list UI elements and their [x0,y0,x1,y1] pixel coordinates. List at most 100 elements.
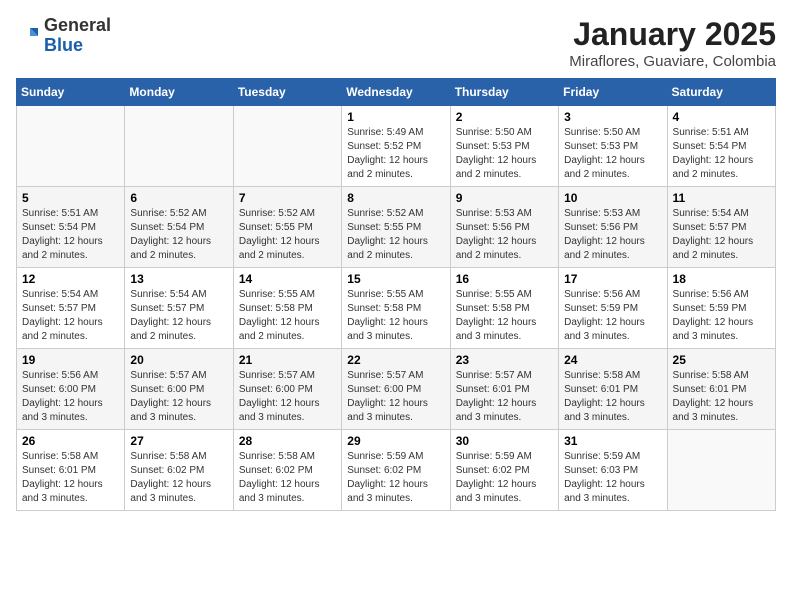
calendar-cell: 31 Sunrise: 5:59 AMSunset: 6:03 PMDayligh… [559,430,667,511]
day-info: Sunrise: 5:58 AMSunset: 6:01 PMDaylight:… [564,369,661,425]
day-info: Sunrise: 5:55 AMSunset: 5:58 PMDaylight:… [347,288,444,344]
calendar-cell: 17 Sunrise: 5:56 AMSunset: 5:59 PMDayligh… [559,268,667,349]
day-number: 3 [564,110,661,124]
calendar-cell: 20Sunrise: 5:57 AMSunset: 6:00 PMDayligh… [125,349,233,430]
calendar-cell: 8Sunrise: 5:52 AMSunset: 5:55 PMDaylight… [342,187,450,268]
calendar-cell: 30 Sunrise: 5:59 AMSunset: 6:02 PMDayligh… [450,430,558,511]
day-number: 13 [130,272,227,286]
day-info: Sunrise: 5:59 AMSunset: 6:02 PMDaylight:… [347,450,444,506]
day-info: Sunrise: 5:59 AMSunset: 6:03 PMDaylight:… [564,450,661,506]
day-info: Sunrise: 5:52 AMSunset: 5:55 PMDaylight:… [239,207,336,263]
weekday-header: Wednesday [342,79,450,106]
calendar-cell: 23 Sunrise: 5:57 AMSunset: 6:01 PMDayligh… [450,349,558,430]
day-info: Sunrise: 5:54 AMSunset: 5:57 PMDaylight:… [673,207,770,263]
day-info: Sunrise: 5:55 AMSunset: 5:58 PMDaylight:… [239,288,336,344]
day-number: 15 [347,272,444,286]
day-number: 26 [22,434,119,448]
weekday-header: Saturday [667,79,775,106]
day-number: 31 [564,434,661,448]
day-info: Sunrise: 5:57 AMSunset: 6:00 PMDaylight:… [347,369,444,425]
day-number: 4 [673,110,770,124]
day-number: 1 [347,110,444,124]
day-info: Sunrise: 5:54 AMSunset: 5:57 PMDaylight:… [130,288,227,344]
day-info: Sunrise: 5:58 AMSunset: 6:02 PMDaylight:… [239,450,336,506]
day-info: Sunrise: 5:56 AMSunset: 5:59 PMDaylight:… [564,288,661,344]
day-number: 6 [130,191,227,205]
calendar-cell: 18Sunrise: 5:56 AMSunset: 5:59 PMDayligh… [667,268,775,349]
weekday-header: Tuesday [233,79,341,106]
calendar-cell: 13 Sunrise: 5:54 AMSunset: 5:57 PMDayligh… [125,268,233,349]
title-section: January 2025 Miraflores, Guaviare, Colom… [569,16,776,70]
calendar-cell: 6 Sunrise: 5:52 AMSunset: 5:54 PMDaylight… [125,187,233,268]
day-number: 17 [564,272,661,286]
calendar-cell: 15 Sunrise: 5:55 AMSunset: 5:58 PMDayligh… [342,268,450,349]
calendar-cell: 19Sunrise: 5:56 AMSunset: 6:00 PMDayligh… [17,349,125,430]
day-info: Sunrise: 5:58 AMSunset: 6:01 PMDaylight:… [22,450,119,506]
day-info: Sunrise: 5:57 AMSunset: 6:00 PMDaylight:… [239,369,336,425]
day-number: 9 [456,191,553,205]
day-info: Sunrise: 5:58 AMSunset: 6:02 PMDaylight:… [130,450,227,506]
weekday-header: Monday [125,79,233,106]
day-info: Sunrise: 5:50 AMSunset: 5:53 PMDaylight:… [456,126,553,182]
day-info: Sunrise: 5:51 AMSunset: 5:54 PMDaylight:… [22,207,119,263]
weekday-header: Thursday [450,79,558,106]
day-number: 14 [239,272,336,286]
calendar-cell: 26 Sunrise: 5:58 AMSunset: 6:01 PMDayligh… [17,430,125,511]
day-number: 2 [456,110,553,124]
calendar-table: SundayMondayTuesdayWednesdayThursdayFrid… [16,78,776,511]
calendar-cell [667,430,775,511]
day-number: 22 [347,353,444,367]
calendar-cell [17,106,125,187]
day-number: 29 [347,434,444,448]
calendar-cell: 3 Sunrise: 5:50 AMSunset: 5:53 PMDaylight… [559,106,667,187]
weekday-header: Friday [559,79,667,106]
day-info: Sunrise: 5:50 AMSunset: 5:53 PMDaylight:… [564,126,661,182]
logo-blue-text: Blue [44,35,83,55]
day-number: 16 [456,272,553,286]
calendar-cell: 1Sunrise: 5:49 AMSunset: 5:52 PMDaylight… [342,106,450,187]
calendar-week-row: 12 Sunrise: 5:54 AMSunset: 5:57 PMDayligh… [17,268,776,349]
day-number: 7 [239,191,336,205]
calendar-cell: 25 Sunrise: 5:58 AMSunset: 6:01 PMDayligh… [667,349,775,430]
day-number: 5 [22,191,119,205]
calendar-cell: 16 Sunrise: 5:55 AMSunset: 5:58 PMDayligh… [450,268,558,349]
day-info: Sunrise: 5:52 AMSunset: 5:54 PMDaylight:… [130,207,227,263]
calendar-cell: 11 Sunrise: 5:54 AMSunset: 5:57 PMDayligh… [667,187,775,268]
day-info: Sunrise: 5:57 AMSunset: 6:00 PMDaylight:… [130,369,227,425]
weekday-header: Sunday [17,79,125,106]
day-number: 30 [456,434,553,448]
calendar-cell: 12 Sunrise: 5:54 AMSunset: 5:57 PMDayligh… [17,268,125,349]
calendar-cell: 9 Sunrise: 5:53 AMSunset: 5:56 PMDaylight… [450,187,558,268]
day-number: 27 [130,434,227,448]
calendar-week-row: 1Sunrise: 5:49 AMSunset: 5:52 PMDaylight… [17,106,776,187]
logo-icon [16,24,40,48]
day-number: 11 [673,191,770,205]
day-info: Sunrise: 5:59 AMSunset: 6:02 PMDaylight:… [456,450,553,506]
logo: General Blue [16,16,111,56]
day-number: 23 [456,353,553,367]
day-number: 10 [564,191,661,205]
day-info: Sunrise: 5:57 AMSunset: 6:01 PMDaylight:… [456,369,553,425]
calendar-cell: 24Sunrise: 5:58 AMSunset: 6:01 PMDayligh… [559,349,667,430]
day-info: Sunrise: 5:56 AMSunset: 5:59 PMDaylight:… [673,288,770,344]
day-number: 28 [239,434,336,448]
day-number: 19 [22,353,119,367]
calendar-cell: 29 Sunrise: 5:59 AMSunset: 6:02 PMDayligh… [342,430,450,511]
calendar-cell [233,106,341,187]
month-year-title: January 2025 [569,16,776,53]
day-info: Sunrise: 5:55 AMSunset: 5:58 PMDaylight:… [456,288,553,344]
calendar-cell: 4Sunrise: 5:51 AMSunset: 5:54 PMDaylight… [667,106,775,187]
calendar-cell: 7 Sunrise: 5:52 AMSunset: 5:55 PMDaylight… [233,187,341,268]
day-info: Sunrise: 5:58 AMSunset: 6:01 PMDaylight:… [673,369,770,425]
day-number: 25 [673,353,770,367]
calendar-cell: 21Sunrise: 5:57 AMSunset: 6:00 PMDayligh… [233,349,341,430]
day-info: Sunrise: 5:53 AMSunset: 5:56 PMDaylight:… [456,207,553,263]
calendar-week-row: 19Sunrise: 5:56 AMSunset: 6:00 PMDayligh… [17,349,776,430]
calendar-cell: 10 Sunrise: 5:53 AMSunset: 5:56 PMDayligh… [559,187,667,268]
day-info: Sunrise: 5:53 AMSunset: 5:56 PMDaylight:… [564,207,661,263]
day-info: Sunrise: 5:54 AMSunset: 5:57 PMDaylight:… [22,288,119,344]
calendar-cell: 14 Sunrise: 5:55 AMSunset: 5:58 PMDayligh… [233,268,341,349]
calendar-cell [125,106,233,187]
calendar-cell: 28 Sunrise: 5:58 AMSunset: 6:02 PMDayligh… [233,430,341,511]
day-number: 12 [22,272,119,286]
